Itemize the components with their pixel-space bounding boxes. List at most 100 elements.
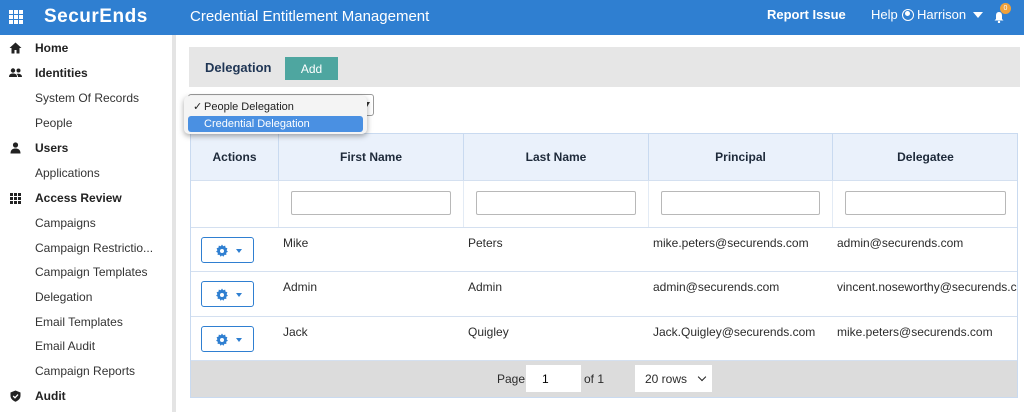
gear-icon bbox=[216, 333, 228, 346]
row-actions-button[interactable] bbox=[201, 281, 254, 307]
sidebar-item-email-audit[interactable]: Email Audit bbox=[0, 334, 172, 358]
user-name: Harrison bbox=[917, 7, 967, 22]
delegatee-value: admin@securends.com bbox=[837, 236, 964, 250]
principal-cell: mike.peters@securends.com bbox=[649, 228, 833, 271]
sidebar-item-label: Campaign Templates bbox=[35, 265, 148, 279]
sidebar-item-delegation[interactable]: Delegation bbox=[0, 285, 172, 309]
filter-row bbox=[191, 181, 1017, 228]
option-label: Credential Delegation bbox=[204, 118, 310, 130]
actions-cell bbox=[191, 317, 279, 360]
sidebar-item-home[interactable]: Home bbox=[0, 36, 172, 60]
user-avatar-icon bbox=[902, 8, 914, 21]
filter-cell-first-name bbox=[279, 181, 464, 227]
page-number-input[interactable] bbox=[526, 365, 581, 392]
last-name-value: Peters bbox=[468, 236, 503, 250]
table-header-row: Actions First Name Last Name Principal D… bbox=[191, 134, 1017, 181]
sidebar-item-label: Campaign Reports bbox=[35, 364, 136, 378]
sidebar-item-label: Access Review bbox=[35, 191, 122, 205]
actions-cell bbox=[191, 272, 279, 316]
help-link[interactable]: Help bbox=[871, 7, 898, 22]
column-header-principal[interactable]: Principal bbox=[649, 134, 833, 180]
sidebar-item-email-templates[interactable]: Email Templates bbox=[0, 310, 172, 334]
notification-badge: 0 bbox=[1000, 3, 1011, 14]
sidebar-item-label: People bbox=[35, 116, 73, 130]
option-credential-delegation[interactable]: Credential Delegation bbox=[188, 116, 363, 132]
sidebar-item-label: System Of Records bbox=[35, 91, 140, 105]
principal-value: mike.peters@securends.com bbox=[653, 236, 809, 250]
principal-filter-input[interactable] bbox=[661, 191, 820, 215]
delegatee-value: vincent.noseworthy@securends.com bbox=[837, 280, 1018, 294]
sidebar-item-system-of-records[interactable]: System Of Records bbox=[0, 86, 172, 110]
chevron-down-icon bbox=[236, 293, 242, 297]
sidebar-item-label: Email Audit bbox=[35, 339, 96, 353]
gear-icon bbox=[216, 288, 228, 301]
checkmark-icon: ✓ bbox=[193, 101, 203, 113]
last-name-value: Admin bbox=[468, 280, 503, 294]
delegatee-cell: mike.peters@securends.com bbox=[833, 317, 1017, 360]
column-header-delegatee[interactable]: Delegatee bbox=[833, 134, 1017, 180]
delegatee-cell: vincent.noseworthy@securends.com bbox=[833, 272, 1018, 316]
filter-cell-principal bbox=[649, 181, 833, 227]
first-name-cell: Jack bbox=[279, 317, 464, 360]
sidebar-item-campaign-restrictions[interactable]: Campaign Restrictio... bbox=[0, 236, 172, 260]
delegation-type-dropdown: ✓ People Delegation Credential Delegatio… bbox=[184, 96, 367, 134]
table-row: Jack Quigley Jack.Quigley@securends.com … bbox=[191, 317, 1017, 361]
table-row: Mike Peters mike.peters@securends.com ad… bbox=[191, 228, 1017, 272]
user-icon bbox=[10, 142, 21, 154]
sidebar-item-campaigns[interactable]: Campaigns bbox=[0, 211, 172, 235]
chevron-down-icon bbox=[697, 372, 707, 382]
delegatee-value: mike.peters@securends.com bbox=[837, 325, 993, 339]
option-people-delegation[interactable]: ✓ People Delegation bbox=[188, 99, 363, 115]
pagination-bar: Page of 1 20 rows bbox=[191, 361, 1017, 397]
option-label: People Delegation bbox=[204, 101, 294, 113]
delegatee-filter-input[interactable] bbox=[845, 191, 1006, 215]
column-header-last-name[interactable]: Last Name bbox=[464, 134, 649, 180]
user-menu[interactable]: Harrison bbox=[902, 7, 984, 22]
page-size-value: 20 rows bbox=[645, 372, 688, 386]
page-total-label: of 1 bbox=[584, 372, 605, 386]
sidebar-item-campaign-reports[interactable]: Campaign Reports bbox=[0, 359, 172, 383]
column-header-actions: Actions bbox=[191, 134, 279, 180]
row-actions-button[interactable] bbox=[201, 326, 254, 352]
column-header-first-name[interactable]: First Name bbox=[279, 134, 464, 180]
last-name-filter-input[interactable] bbox=[476, 191, 636, 215]
row-actions-button[interactable] bbox=[201, 237, 254, 263]
sidebar-item-label: Email Templates bbox=[35, 315, 123, 329]
chevron-down-icon bbox=[973, 11, 984, 18]
first-name-value: Admin bbox=[283, 280, 318, 294]
sidebar-item-access-review[interactable]: Access Review bbox=[0, 186, 172, 210]
page-size-select[interactable]: 20 rows bbox=[635, 365, 712, 392]
sidebar-item-label: Campaign Restrictio... bbox=[35, 241, 154, 255]
sidebar-item-applications[interactable]: Applications bbox=[0, 161, 172, 185]
report-issue-link[interactable]: Report Issue bbox=[767, 7, 846, 22]
add-button[interactable]: Add bbox=[285, 57, 338, 80]
top-bar: SecurEnds Credential Entitlement Managem… bbox=[0, 0, 1024, 35]
sidebar: Home Identities System Of Records People… bbox=[0, 35, 176, 412]
principal-cell: admin@securends.com bbox=[649, 272, 833, 316]
filter-cell-delegatee bbox=[833, 181, 1017, 227]
brand-logo[interactable]: SecurEnds bbox=[44, 6, 148, 28]
people-icon bbox=[9, 68, 22, 77]
last-name-cell: Quigley bbox=[464, 317, 649, 360]
sidebar-item-people[interactable]: People bbox=[0, 111, 172, 135]
first-name-filter-input[interactable] bbox=[291, 191, 451, 215]
principal-value: Jack.Quigley@securends.com bbox=[653, 325, 816, 339]
page-title: Delegation bbox=[205, 60, 272, 75]
sidebar-item-label: Campaigns bbox=[35, 216, 96, 230]
sidebar-item-label: Home bbox=[35, 41, 69, 55]
apps-grid-icon[interactable] bbox=[9, 10, 23, 24]
last-name-cell: Peters bbox=[464, 228, 649, 271]
sidebar-item-label: Users bbox=[35, 141, 69, 155]
delegation-table: Actions First Name Last Name Principal D… bbox=[190, 133, 1018, 398]
first-name-value: Mike bbox=[283, 236, 309, 250]
filter-cell-actions bbox=[191, 181, 279, 227]
actions-cell bbox=[191, 228, 279, 271]
app-title: Credential Entitlement Management bbox=[190, 8, 430, 25]
sidebar-item-campaign-templates[interactable]: Campaign Templates bbox=[0, 260, 172, 284]
chevron-down-icon bbox=[236, 338, 242, 342]
sidebar-item-users[interactable]: Users bbox=[0, 136, 172, 160]
sidebar-item-identities[interactable]: Identities bbox=[0, 61, 172, 85]
last-name-value: Quigley bbox=[468, 325, 509, 339]
sidebar-item-audit[interactable]: Audit bbox=[0, 384, 172, 408]
first-name-cell: Admin bbox=[279, 272, 464, 316]
